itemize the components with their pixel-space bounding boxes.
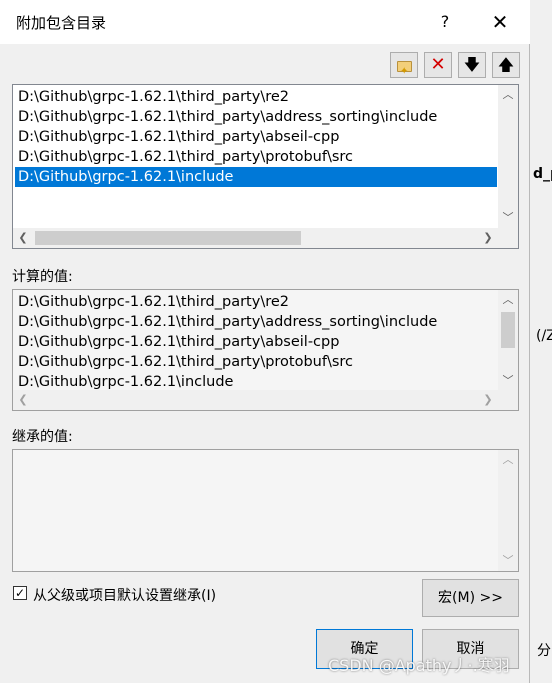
scroll-up-icon[interactable]: ︿	[498, 450, 518, 470]
scroll-down-icon[interactable]: ﹀	[498, 551, 518, 571]
watermark: CSDN @Apathy丿·.寒羽	[328, 656, 510, 675]
scroll-left-icon[interactable]: ❮	[13, 390, 33, 410]
vertical-scrollbar[interactable]: ︿ ﹀	[498, 450, 518, 571]
include-directories-dialog: 附加包含目录 ? ✕ ✦ ✕ 🡇 🡅 D:\Github\grpc-1.62.1…	[0, 0, 530, 683]
list-item[interactable]: D:\Github\grpc-1.62.1\third_party\re2	[15, 87, 289, 107]
macros-button[interactable]: 宏(M) >>	[422, 579, 519, 617]
list-toolbar: ✦ ✕ 🡇 🡅	[390, 52, 520, 78]
evaluated-label: 计算的值:	[12, 269, 73, 285]
title-bar: 附加包含目录 ? ✕	[0, 0, 530, 44]
include-directories-list[interactable]: D:\Github\grpc-1.62.1\third_party\re2 D:…	[12, 84, 519, 249]
inherit-checkbox[interactable]: ✓	[13, 586, 27, 600]
list-item[interactable]: D:\Github\grpc-1.62.1\third_party\addres…	[15, 107, 437, 127]
new-line-button[interactable]: ✦	[390, 52, 418, 78]
scroll-thumb[interactable]	[501, 312, 515, 348]
scroll-corner	[498, 228, 518, 248]
list-item-selected[interactable]: D:\Github\grpc-1.62.1\include	[15, 167, 497, 187]
list-item: D:\Github\grpc-1.62.1\third_party\re2	[18, 294, 289, 310]
list-item: D:\Github\grpc-1.62.1\third_party\protob…	[18, 354, 354, 370]
vertical-scrollbar[interactable]: ︿ ﹀	[498, 290, 518, 391]
background-text: (/Z	[536, 328, 552, 344]
list-item[interactable]: D:\Github\grpc-1.62.1\third_party\protob…	[15, 147, 353, 167]
scroll-corner	[498, 390, 518, 410]
inherit-checkbox-label[interactable]: 从父级或项目默认设置继承(I)	[33, 585, 216, 605]
background-text: 分	[537, 643, 551, 659]
scroll-thumb[interactable]	[35, 231, 301, 245]
list-item: D:\Github\grpc-1.62.1\third_party\abseil…	[18, 334, 340, 350]
horizontal-scrollbar[interactable]: ❮ ❯	[13, 390, 498, 410]
scroll-up-icon[interactable]: ︿	[498, 290, 518, 310]
close-button[interactable]: ✕	[482, 8, 518, 36]
list-item: D:\Github\grpc-1.62.1\include	[18, 374, 234, 390]
move-down-button[interactable]: 🡇	[458, 52, 486, 78]
scroll-down-icon[interactable]: ﹀	[498, 208, 518, 228]
dialog-title: 附加包含目录	[16, 14, 107, 32]
scroll-left-icon[interactable]: ❮	[13, 228, 33, 248]
arrow-down-icon: 🡇	[463, 55, 481, 74]
help-button[interactable]: ?	[432, 8, 458, 36]
scroll-down-icon[interactable]: ﹀	[498, 371, 518, 391]
vertical-scrollbar[interactable]: ︿ ﹀	[498, 85, 518, 228]
list-item[interactable]: D:\Github\grpc-1.62.1\third_party\abseil…	[15, 127, 339, 147]
background-text: d_p	[533, 166, 552, 182]
arrow-up-icon: 🡅	[497, 55, 515, 74]
delete-line-button[interactable]: ✕	[424, 52, 452, 78]
delete-icon: ✕	[430, 54, 446, 75]
horizontal-scrollbar[interactable]: ❮ ❯	[13, 228, 498, 248]
list-item: D:\Github\grpc-1.62.1\third_party\addres…	[18, 314, 438, 330]
scroll-right-icon[interactable]: ❯	[478, 390, 498, 410]
scroll-up-icon[interactable]: ︿	[498, 85, 518, 105]
inherited-values-list: ︿ ﹀	[12, 449, 519, 572]
move-up-button[interactable]: 🡅	[492, 52, 520, 78]
scroll-right-icon[interactable]: ❯	[478, 228, 498, 248]
inherited-label: 继承的值:	[12, 429, 73, 445]
evaluated-values-list: D:\Github\grpc-1.62.1\third_party\re2 D:…	[12, 289, 519, 411]
new-folder-icon: ✦	[397, 61, 412, 77]
